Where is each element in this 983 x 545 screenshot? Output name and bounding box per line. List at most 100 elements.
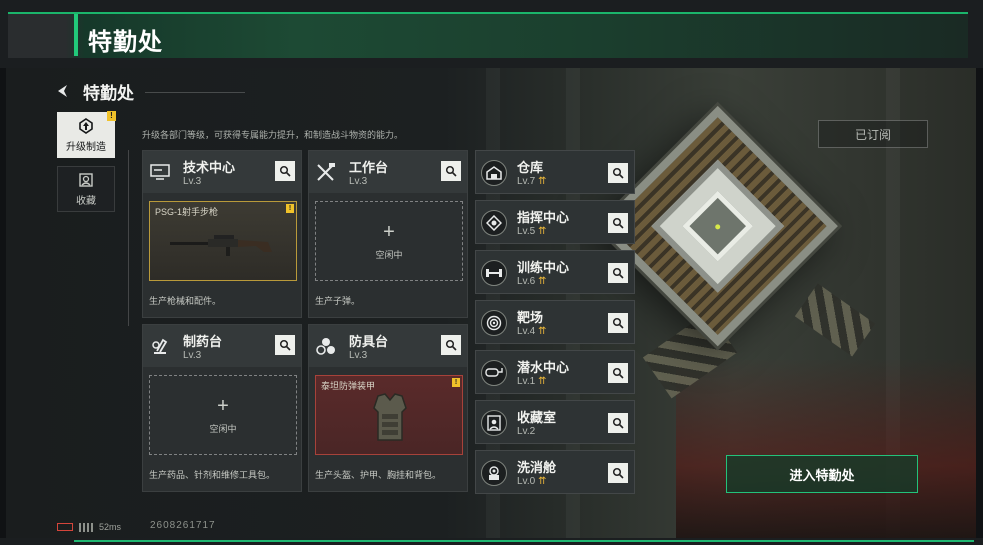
search-icon	[612, 317, 624, 329]
upgrade-available-icon: ⇈	[538, 176, 547, 187]
upgrade-available-icon: ⇈	[538, 276, 547, 287]
header-accent	[74, 14, 78, 56]
upgrade-available-icon: ⇈	[538, 226, 547, 237]
tab-label: 升级制造	[66, 141, 106, 153]
level-text: Lv.6	[517, 276, 536, 287]
search-button[interactable]	[608, 213, 628, 233]
level-text: Lv.1	[517, 376, 536, 387]
facility-row-diving-center[interactable]: 潜水中心 Lv.1 ⇈	[475, 350, 635, 394]
facility-row-collection-room[interactable]: 收藏室 Lv.2	[475, 400, 635, 444]
card-name: 技术中心	[183, 160, 236, 175]
facility-card-tech-center[interactable]: 技术中心 Lv.3 PSG-1射手步枪 ! 生产枪械和配件。	[142, 150, 302, 318]
search-button[interactable]	[608, 363, 628, 383]
facility-name: 指挥中心	[517, 210, 570, 225]
facility-level: Lv.4 ⇈	[517, 326, 547, 337]
search-button[interactable]	[608, 163, 628, 183]
facility-name: 训练中心	[517, 260, 570, 275]
card-level: Lv.3	[349, 350, 368, 361]
search-button[interactable]	[275, 161, 295, 181]
level-text: Lv.4	[517, 326, 536, 337]
tab-upgrade-craft[interactable]: 升级制造 !	[57, 111, 116, 158]
card-name: 工作台	[349, 160, 389, 175]
cube-center	[682, 190, 754, 262]
production-slot[interactable]: PSG-1射手步枪 !	[149, 201, 297, 281]
search-icon	[612, 367, 624, 379]
facility-level: Lv.6 ⇈	[517, 276, 547, 287]
search-button[interactable]	[608, 413, 628, 433]
facility-name: 靶场	[517, 310, 544, 325]
search-button[interactable]	[441, 161, 461, 181]
body-armor-icon	[373, 393, 407, 441]
breadcrumb: 特勤处	[55, 78, 134, 104]
facility-card-pharmacy[interactable]: 制药台 Lv.3 + 空闲中 生产药品、针剂和维修工具包。	[142, 324, 302, 492]
level-text: Lv.7	[517, 176, 536, 187]
card-level: Lv.3	[183, 350, 202, 361]
facility-level: Lv.2	[517, 426, 535, 437]
tab-label: 收藏	[76, 195, 96, 207]
bottom-accent	[74, 540, 974, 542]
upgrade-icon	[79, 117, 93, 134]
facility-level: Lv.7 ⇈	[517, 176, 547, 187]
facility-name: 潜水中心	[517, 360, 570, 375]
decon-chamber-icon	[481, 460, 507, 486]
enter-special-ops-button[interactable]: 进入特勤处	[726, 455, 918, 493]
search-icon	[612, 167, 624, 179]
tab-collection[interactable]: 收藏	[57, 166, 115, 212]
search-button[interactable]	[275, 335, 295, 355]
card-level: Lv.3	[349, 176, 368, 187]
facility-level: Lv.1 ⇈	[517, 376, 547, 387]
facility-row-decon-chamber[interactable]: 洗消舱 Lv.0 ⇈	[475, 450, 635, 494]
header-title: 特勤处	[88, 29, 163, 56]
card-header: 防具台 Lv.3	[309, 325, 467, 367]
search-icon	[612, 267, 624, 279]
search-button[interactable]	[608, 263, 628, 283]
search-icon	[279, 165, 291, 177]
pharmacy-icon	[152, 338, 168, 354]
collection-icon	[79, 172, 93, 187]
alert-badge: !	[286, 204, 294, 213]
diving-center-icon	[481, 360, 507, 386]
subscribed-badge: 已订阅	[818, 120, 928, 148]
facility-row-warehouse[interactable]: 仓库 Lv.7 ⇈	[475, 150, 635, 194]
training-center-icon	[481, 260, 507, 286]
search-button[interactable]	[441, 335, 461, 355]
level-text: Lv.2	[517, 426, 536, 437]
page-description: 升级各部门等级，可获得专属能力提升，和制造战斗物资的能力。	[142, 130, 404, 140]
card-description: 生产头盔、护甲、胸挂和背包。	[315, 470, 442, 480]
facility-name: 洗消舱	[517, 460, 557, 475]
search-button[interactable]	[608, 463, 628, 483]
production-slot-empty[interactable]: + 空闲中	[315, 201, 463, 281]
page-title: 特勤处	[83, 83, 134, 103]
facility-row-command-center[interactable]: 指挥中心 Lv.5 ⇈	[475, 200, 635, 244]
facility-row-training-center[interactable]: 训练中心 Lv.6 ⇈	[475, 250, 635, 294]
scene-shadow	[676, 358, 976, 538]
rifle-icon	[170, 235, 272, 256]
ping-value: 52ms	[99, 522, 122, 532]
card-description: 生产子弹。	[315, 296, 361, 306]
slot-status: 空闲中	[209, 424, 237, 434]
tech-center-icon	[150, 164, 170, 180]
level-text: Lv.5	[517, 226, 536, 237]
workbench-icon	[317, 163, 335, 181]
search-icon	[612, 467, 624, 479]
facility-row-shooting-range[interactable]: 靶场 Lv.4 ⇈	[475, 300, 635, 344]
production-slot[interactable]: 泰坦防弹装甲 !	[315, 375, 463, 455]
level-text: Lv.0	[517, 476, 536, 487]
title-divider	[145, 92, 245, 93]
card-header: 技术中心 Lv.3	[143, 151, 301, 193]
alert-badge: !	[107, 111, 116, 121]
card-name: 制药台	[183, 334, 223, 349]
facility-card-armor-bench[interactable]: 防具台 Lv.3 泰坦防弹装甲 ! 生产头盔、护甲、胸挂和背包。	[308, 324, 468, 492]
card-level: Lv.3	[183, 176, 202, 187]
card-description: 生产药品、针剂和维修工具包。	[149, 470, 276, 480]
facility-card-workbench[interactable]: 工作台 Lv.3 + 空闲中 生产子弹。	[308, 150, 468, 318]
back-arrow-icon[interactable]	[55, 83, 71, 99]
search-button[interactable]	[608, 313, 628, 333]
card-description: 生产枪械和配件。	[149, 296, 222, 306]
add-icon: +	[383, 221, 395, 243]
search-icon	[445, 339, 457, 351]
armor-bench-icon	[316, 338, 335, 355]
upgrade-available-icon: ⇈	[538, 476, 547, 487]
facility-level: Lv.5 ⇈	[517, 226, 547, 237]
production-slot-empty[interactable]: + 空闲中	[149, 375, 297, 455]
